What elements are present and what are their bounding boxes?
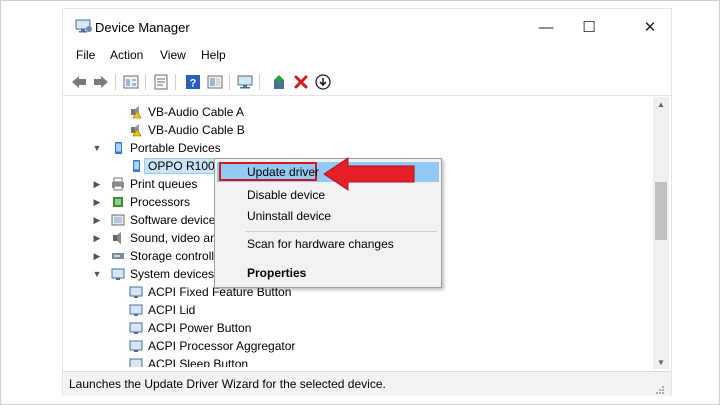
tree-item-label: Processors	[130, 195, 191, 209]
maximize-button[interactable]: ☐	[578, 17, 600, 37]
scrollbar-thumb[interactable]	[655, 182, 667, 240]
chevron-down-icon[interactable]: ▼	[91, 265, 103, 283]
menu-view[interactable]: View	[160, 48, 186, 62]
menu-help[interactable]: Help	[201, 48, 226, 62]
tree-item-acpi-processor[interactable]: ACPI Processor Aggregator	[129, 337, 295, 355]
minimize-button[interactable]: —	[535, 17, 557, 37]
download-icon[interactable]	[313, 72, 333, 92]
device-manager-app-icon	[75, 19, 93, 33]
uninstall-icon[interactable]	[291, 72, 311, 92]
scroll-up-icon[interactable]: ▲	[653, 97, 669, 111]
tree-item-acpi-lid[interactable]: ACPI Lid	[129, 301, 195, 319]
tree-category-processors[interactable]: Processors	[111, 193, 190, 211]
menu-separator	[245, 231, 437, 232]
tree-category-system-devices[interactable]: System devices	[111, 265, 214, 283]
tree-item-oppo[interactable]: OPPO R1001	[129, 157, 226, 175]
menu-action[interactable]: Action	[110, 48, 143, 62]
speaker-warning-icon	[129, 105, 143, 119]
tree-category-storage-controllers[interactable]: Storage controllers	[111, 247, 231, 265]
system-device-icon	[129, 357, 143, 367]
properties-menu-item[interactable]: Properties	[247, 263, 306, 283]
disable-device-menu-item[interactable]: Disable device	[247, 185, 325, 205]
toolbar-separator	[259, 74, 260, 90]
tree-item-label: Software devices	[130, 213, 222, 227]
tree-item-label: System devices	[130, 267, 215, 281]
resize-grip-icon[interactable]	[655, 382, 665, 394]
tree-item-label: ACPI Processor Aggregator	[148, 339, 296, 353]
uninstall-device-menu-item[interactable]: Uninstall device	[247, 206, 331, 226]
update-driver-menu-item[interactable]: Update driver	[247, 162, 319, 182]
storage-controller-icon	[111, 249, 125, 263]
properties-sheet-icon[interactable]	[151, 72, 171, 92]
title-bar: Device Manager — ☐ ✕	[63, 9, 671, 45]
menu-file[interactable]: File	[76, 48, 95, 62]
tree-item-label: Portable Devices	[130, 141, 221, 155]
tree-item-label: ACPI Lid	[148, 303, 196, 317]
chevron-right-icon[interactable]: ▶	[91, 175, 103, 193]
tree-item-acpi-power[interactable]: ACPI Power Button	[129, 319, 251, 337]
phone-icon	[129, 159, 143, 173]
vertical-scrollbar[interactable]: ▲ ▼	[653, 97, 669, 369]
action-pane-icon[interactable]	[205, 72, 225, 92]
system-device-icon	[111, 267, 125, 281]
software-device-icon	[111, 213, 125, 227]
toolbar-separator	[145, 74, 146, 90]
help-icon[interactable]: ?	[183, 72, 203, 92]
chevron-right-icon[interactable]: ▶	[91, 193, 103, 211]
status-bar: Launches the Update Driver Wizard for th…	[63, 371, 671, 396]
computer-view-icon[interactable]	[121, 72, 141, 92]
tree-item-label: VB-Audio Cable B	[148, 123, 245, 137]
tree-category-portable-devices[interactable]: Portable Devices	[111, 139, 221, 157]
tree-item-acpi-sleep[interactable]: ACPI Sleep Button	[129, 355, 248, 367]
tree-item-label: ACPI Sleep Button	[148, 357, 249, 367]
chevron-right-icon[interactable]: ▶	[91, 211, 103, 229]
back-arrow-icon[interactable]	[69, 72, 89, 92]
chevron-right-icon[interactable]: ▶	[91, 229, 103, 247]
portable-device-icon	[111, 141, 125, 155]
svg-text:?: ?	[190, 78, 197, 90]
system-device-icon	[129, 339, 143, 353]
processor-icon	[111, 195, 125, 209]
tree-item-vb-audio-b[interactable]: VB-Audio Cable B	[129, 121, 245, 139]
system-device-icon	[129, 303, 143, 317]
tree-item-label: Print queues	[130, 177, 198, 191]
tree-category-software-devices[interactable]: Software devices	[111, 211, 221, 229]
toolbar-separator	[115, 74, 116, 90]
scroll-down-icon[interactable]: ▼	[653, 355, 669, 369]
toolbar: ?	[63, 69, 671, 96]
update-driver-icon[interactable]	[269, 72, 289, 92]
speaker-icon	[111, 231, 125, 245]
printer-icon	[111, 177, 125, 191]
chevron-right-icon[interactable]: ▶	[91, 247, 103, 265]
tree-category-print-queues[interactable]: Print queues	[111, 175, 197, 193]
tree-item-label: ACPI Power Button	[148, 321, 252, 335]
forward-arrow-icon[interactable]	[91, 72, 111, 92]
toolbar-separator	[175, 74, 176, 90]
system-device-icon	[129, 285, 143, 299]
toolbar-separator	[229, 74, 230, 90]
monitor-icon[interactable]	[235, 72, 255, 92]
annotation-arrow-icon	[323, 157, 415, 191]
chevron-down-icon[interactable]: ▼	[91, 139, 103, 157]
status-text: Launches the Update Driver Wizard for th…	[69, 377, 386, 391]
speaker-warning-icon	[129, 123, 143, 137]
menu-bar: File Action View Help	[63, 45, 671, 67]
close-button[interactable]: ✕	[639, 17, 661, 37]
window-title: Device Manager	[95, 20, 190, 35]
scan-hardware-menu-item[interactable]: Scan for hardware changes	[247, 234, 394, 254]
system-device-icon	[129, 321, 143, 335]
tree-item-label: VB-Audio Cable A	[148, 105, 245, 119]
tree-item-vb-audio-a[interactable]: VB-Audio Cable A	[129, 103, 244, 121]
